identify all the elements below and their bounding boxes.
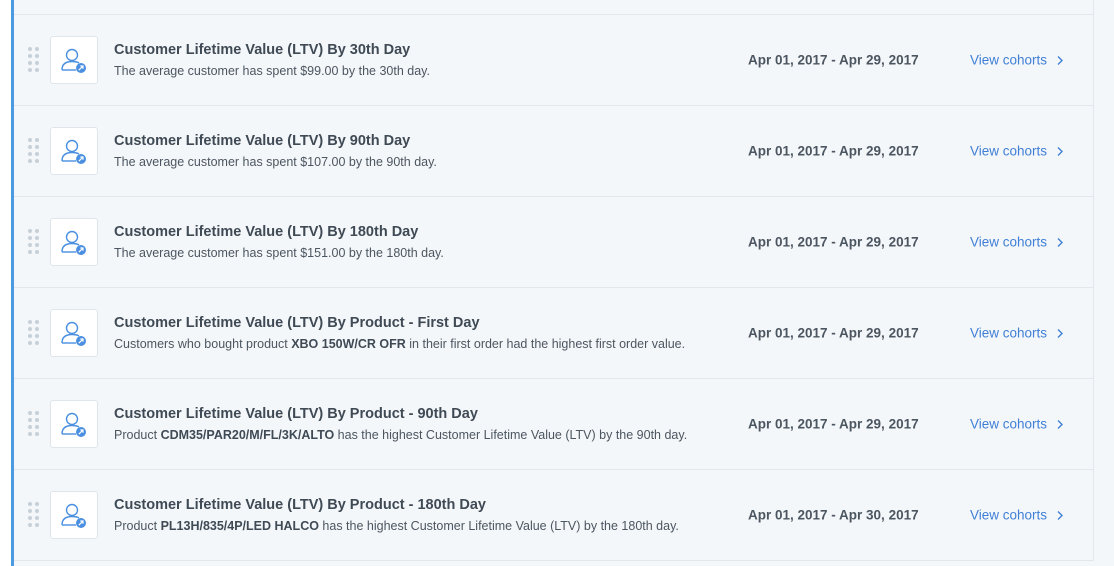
insight-title: Customer Lifetime Value (LTV) By 90th Da… bbox=[114, 133, 411, 149]
date-range: Apr 01, 2017 - Apr 29, 2017 bbox=[748, 325, 919, 341]
previous-row-stub bbox=[14, 0, 1093, 15]
insight-title: Customer Lifetime Value (LTV) By 30th Da… bbox=[114, 42, 411, 58]
insight-row[interactable]: Customer Lifetime Value (LTV) By Product… bbox=[14, 379, 1093, 470]
description-text: The average customer has spent $99.00 by… bbox=[114, 64, 430, 78]
view-cohorts-link[interactable]: View cohorts bbox=[970, 144, 1064, 159]
insight-row[interactable]: Customer Lifetime Value (LTV) By 90th Da… bbox=[14, 106, 1093, 197]
view-cohorts-label[interactable]: View cohorts bbox=[970, 235, 1047, 250]
description-text: Customers who bought product bbox=[114, 337, 292, 351]
user-share-icon bbox=[50, 218, 98, 266]
date-range: Apr 01, 2017 - Apr 30, 2017 bbox=[748, 507, 919, 523]
insight-title: Customer Lifetime Value (LTV) By Product… bbox=[114, 497, 486, 513]
insight-description: Customers who bought product XBO 150W/CR… bbox=[114, 335, 734, 353]
description-product: PL13H/835/4P/LED HALCO bbox=[160, 519, 319, 533]
description-text-end: has the highest Customer Lifetime Value … bbox=[318, 519, 679, 533]
insight-title: Customer Lifetime Value (LTV) By 180th D… bbox=[114, 224, 419, 240]
drag-handle-icon[interactable] bbox=[28, 502, 39, 528]
insight-description: The average customer has spent $99.00 by… bbox=[114, 62, 734, 80]
description-text: Product bbox=[114, 519, 161, 533]
date-range: Apr 01, 2017 - Apr 29, 2017 bbox=[748, 416, 919, 432]
chevron-right-icon bbox=[1057, 146, 1064, 156]
insight-text: Customer Lifetime Value (LTV) By 90th Da… bbox=[114, 131, 734, 171]
insight-description: Product CDM35/PAR20/M/FL/3K/ALTO has the… bbox=[114, 426, 734, 444]
user-share-icon bbox=[50, 127, 98, 175]
insight-description: Product PL13H/835/4P/LED HALCO has the h… bbox=[114, 517, 734, 535]
user-share-icon bbox=[50, 309, 98, 357]
date-range: Apr 01, 2017 - Apr 29, 2017 bbox=[748, 234, 919, 250]
view-cohorts-label[interactable]: View cohorts bbox=[970, 508, 1047, 523]
chevron-right-icon bbox=[1057, 237, 1064, 247]
user-share-icon bbox=[50, 400, 98, 448]
insight-row[interactable]: Customer Lifetime Value (LTV) By Product… bbox=[14, 288, 1093, 379]
view-cohorts-label[interactable]: View cohorts bbox=[970, 144, 1047, 159]
chevron-right-icon bbox=[1057, 55, 1064, 65]
insight-description: The average customer has spent $151.00 b… bbox=[114, 244, 734, 262]
view-cohorts-link[interactable]: View cohorts bbox=[970, 508, 1064, 523]
insight-title: Customer Lifetime Value (LTV) By Product… bbox=[114, 315, 480, 331]
view-cohorts-link[interactable]: View cohorts bbox=[970, 417, 1064, 432]
insight-row[interactable]: Customer Lifetime Value (LTV) By 30th Da… bbox=[14, 15, 1093, 106]
drag-handle-icon[interactable] bbox=[28, 320, 39, 346]
insight-text: Customer Lifetime Value (LTV) By Product… bbox=[114, 404, 734, 444]
view-cohorts-link[interactable]: View cohorts bbox=[970, 235, 1064, 250]
description-text: The average customer has spent $107.00 b… bbox=[114, 155, 437, 169]
description-text: Product bbox=[114, 428, 161, 442]
view-cohorts-label[interactable]: View cohorts bbox=[970, 417, 1047, 432]
user-share-icon bbox=[50, 491, 98, 539]
drag-handle-icon[interactable] bbox=[28, 229, 39, 255]
chevron-right-icon bbox=[1057, 419, 1064, 429]
description-product: CDM35/PAR20/M/FL/3K/ALTO bbox=[160, 428, 335, 442]
insight-title: Customer Lifetime Value (LTV) By Product… bbox=[114, 406, 478, 422]
description-text-end: has the highest Customer Lifetime Value … bbox=[334, 428, 688, 442]
insight-text: Customer Lifetime Value (LTV) By 180th D… bbox=[114, 222, 734, 262]
view-cohorts-link[interactable]: View cohorts bbox=[970, 53, 1064, 68]
insight-description: The average customer has spent $107.00 b… bbox=[114, 153, 734, 171]
insight-text: Customer Lifetime Value (LTV) By Product… bbox=[114, 495, 734, 535]
insight-row[interactable]: Customer Lifetime Value (LTV) By 180th D… bbox=[14, 197, 1093, 288]
insight-list: Customer Lifetime Value (LTV) By 30th Da… bbox=[14, 0, 1094, 561]
chevron-right-icon bbox=[1057, 510, 1064, 520]
insight-text: Customer Lifetime Value (LTV) By 30th Da… bbox=[114, 40, 734, 80]
drag-handle-icon[interactable] bbox=[28, 411, 39, 437]
description-text: The average customer has spent $151.00 b… bbox=[114, 246, 444, 260]
user-share-icon bbox=[50, 36, 98, 84]
drag-handle-icon[interactable] bbox=[28, 138, 39, 164]
view-cohorts-label[interactable]: View cohorts bbox=[970, 53, 1047, 68]
view-cohorts-link[interactable]: View cohorts bbox=[970, 326, 1064, 341]
chevron-right-icon bbox=[1057, 328, 1064, 338]
insights-page: Customer Lifetime Value (LTV) By 30th Da… bbox=[11, 0, 1114, 566]
date-range: Apr 01, 2017 - Apr 29, 2017 bbox=[748, 52, 919, 68]
drag-handle-icon[interactable] bbox=[28, 47, 39, 73]
insight-text: Customer Lifetime Value (LTV) By Product… bbox=[114, 313, 734, 353]
insight-row[interactable]: Customer Lifetime Value (LTV) By Product… bbox=[14, 470, 1093, 561]
description-product: XBO 150W/CR OFR bbox=[291, 337, 406, 351]
description-text-end: in their first order had the highest fir… bbox=[405, 337, 686, 351]
view-cohorts-label[interactable]: View cohorts bbox=[970, 326, 1047, 341]
date-range: Apr 01, 2017 - Apr 29, 2017 bbox=[748, 143, 919, 159]
